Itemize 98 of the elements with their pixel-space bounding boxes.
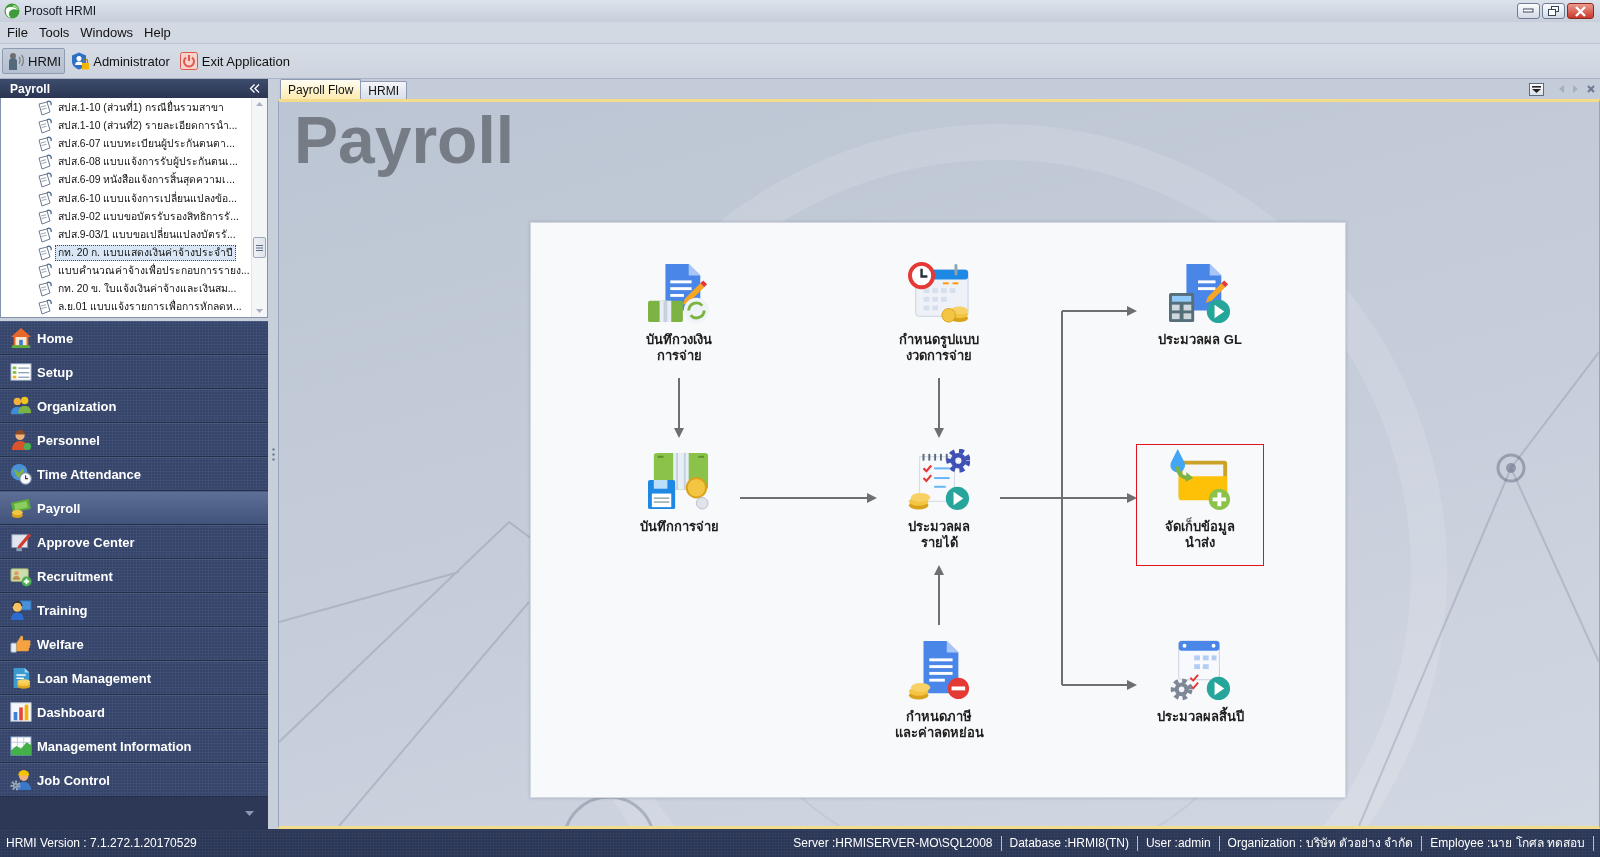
menu-item[interactable]: Help [138,25,176,40]
person-icon [10,429,32,451]
globe-clock-icon [10,463,32,485]
close-icon[interactable] [1587,85,1595,93]
shield-lock-icon [71,52,90,70]
nav-item[interactable]: Home [0,321,268,355]
menu-item[interactable]: File [1,25,33,40]
collapse-icon[interactable] [249,84,260,93]
status-text: Server :HRMISERVER-MO\SQL2008 [785,835,1002,851]
nav-item[interactable]: Payroll [0,491,268,525]
tree-item[interactable]: สปส.6-08 แบบแจ้งการรับผู้ประกันตนเ... [55,154,241,171]
tree-item[interactable]: ล.ย.01 แบบแจ้งรายการเพื่อการหักลดห... [55,299,245,316]
flow-step-button[interactable]: บันทึกวงเงิน การจ่าย [615,257,743,379]
nav-item[interactable]: Loan Management [0,661,268,695]
tab[interactable]: Payroll Flow [280,79,362,99]
thumbs-up-icon [10,633,32,655]
nav-item[interactable]: Dashboard [0,695,268,729]
nav-item[interactable]: Training [0,593,268,627]
version-text: HRMI Version : 7.1.272.1.20170529 [6,836,197,850]
power-icon [179,52,198,70]
nav-item[interactable]: Setup [0,355,268,389]
document-icon [37,244,53,261]
nav-item[interactable]: Job Control [0,763,268,797]
pen-board-icon [10,531,32,553]
toolbar-button[interactable]: Exit Application [175,48,294,74]
tree-item[interactable]: สปส.9-03/1 แบบขอเปลี่ยนแปลงบัตรรั... [55,226,239,243]
worker-gear-icon [10,769,32,791]
nav-item[interactable]: Management Information [0,729,268,763]
flow-step-button[interactable]: ประมวลผล GL [1136,257,1264,363]
tree-item[interactable]: สปส.1-10 (ส่วนที่2) รายละเอียดการนำ... [55,118,241,135]
flow-step-button[interactable]: จัดเก็บข้อมูล นำส่ง [1136,444,1264,566]
document-calculator-icon [1169,262,1231,324]
form-icon [10,361,32,383]
id-card-add-icon [10,565,32,587]
window-title: Prosoft HRMI [24,4,96,18]
nav-item[interactable]: Time Attendance [0,457,268,491]
document-money-icon [648,262,710,324]
grip-icon[interactable] [271,447,275,461]
person-icon [6,52,24,70]
scrollbar[interactable] [251,98,267,317]
nav-item[interactable]: Personnel [0,423,268,457]
document-icon [37,172,53,189]
flow-arrow [934,565,944,626]
tree-item[interactable]: สปส.6-10 แบบแจ้งการเปลี่ยนแปลงข้อ... [55,190,240,207]
tree-item[interactable]: แบบคำนวณค่าจ้างเพื่อประกอบการรายง... [55,262,251,279]
money-icon [10,497,32,519]
house-icon [10,327,32,349]
folder-add-icon [1169,449,1231,511]
flow-step-button[interactable]: กำหนดภาษี และค่าลดหย่อน [875,634,1003,756]
status-text: Organization : บริษัท ตัวอย่าง จำกัด [1219,835,1423,851]
tab[interactable]: HRMI [360,81,408,99]
nav-item[interactable]: Approve Center [0,525,268,559]
document-icon [37,136,53,153]
status-text: Database :HRMI8(TN) [1001,835,1138,851]
scrollbar-thumb[interactable] [253,237,266,258]
area-chart-icon [10,735,32,757]
tree-item[interactable]: สปส.9-02 แบบขอบัตรรับรองสิทธิการรั... [55,208,242,225]
document-icon [37,190,53,207]
toolbar-button[interactable]: HRMI [2,48,66,74]
bar-chart-icon [10,701,32,723]
calendar-clock-icon [908,262,970,324]
menu-item[interactable]: Windows [74,25,139,40]
document-icon [37,208,53,225]
document-icon [37,262,53,279]
flow-arrow [674,377,684,438]
document-icon [37,118,53,135]
status-text: User :admin [1137,835,1220,851]
flow-arrow [934,377,944,438]
tree-item[interactable]: สปส.6-09 หนังสือแจ้งการสิ้นสุดความเ... [55,172,238,189]
document-icon [37,226,53,243]
tree-item[interactable]: สปส.6-07 แบบทะเบียนผู้ประกันตนตา... [55,136,238,153]
document-icon [37,281,53,297]
menu-item[interactable]: Tools [32,25,75,40]
nav-item[interactable]: Welfare [0,627,268,661]
globe-icon [4,3,20,19]
toolbar-button[interactable]: Administrator [67,48,174,74]
flow-step-button[interactable]: บันทึกการจ่าย [615,444,743,550]
restore-button[interactable] [1542,3,1565,19]
tree-item[interactable]: กท. 20 ก. แบบแสดงเงินค่าจ้างประจำปี [55,244,236,261]
status-text: Employee :นาย โกศล ทดสอบ [1422,835,1594,851]
nav-item[interactable]: Organization [0,389,268,423]
document-icon [37,154,53,171]
minimize-button[interactable] [1517,3,1540,19]
close-button[interactable] [1567,3,1594,19]
people-icon [10,395,32,417]
tree-item[interactable]: กท. 20 ข. ใบแจ้งเงินค่าจ้างและเงินสม... [55,281,240,297]
person-screen-icon [10,599,32,621]
nav-item[interactable]: Recruitment [0,559,268,593]
document-minus-icon [908,639,970,701]
calendar-gear-icon [1169,639,1231,701]
flow-step-button[interactable]: ประมวลผล รายได้ [875,444,1003,566]
grip-lines-icon [256,244,263,251]
checklist-gear-icon [908,449,970,511]
flow-step-button[interactable]: ประมวลผลสิ้นปี [1136,634,1264,740]
tree-item[interactable]: สปส.1-10 (ส่วนที่1) กรณียื่นรวมสาขา [55,100,227,117]
restore-icon[interactable] [1548,5,1559,17]
sidebar-title: Payroll [10,81,51,96]
flow-step-button[interactable]: กำหนดรูปแบบ งวดการจ่าย [875,257,1003,379]
